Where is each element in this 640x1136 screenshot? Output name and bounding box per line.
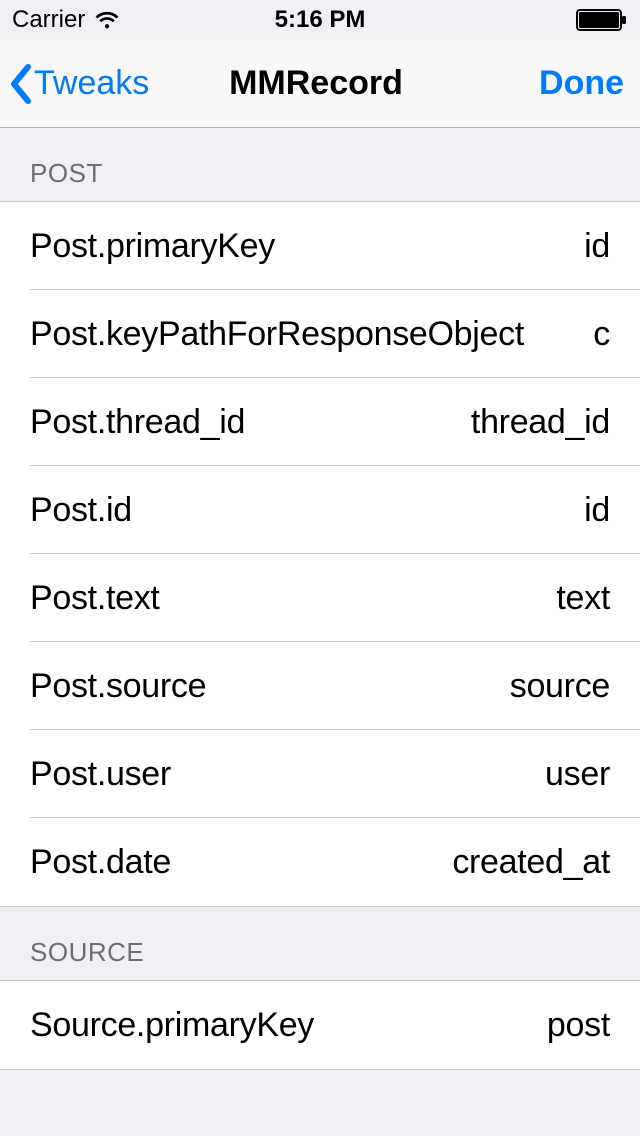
row-key: Post.primaryKey [30,227,584,266]
row-key: Post.text [30,579,556,618]
status-left: Carrier [12,6,217,34]
row-value: post [547,1006,610,1045]
row-key: Post.thread_id [30,403,471,442]
table-row[interactable]: Post.primaryKey id [0,202,640,290]
row-value: id [584,227,610,266]
row-value: source [510,667,610,706]
table-row[interactable]: Post.text text [0,554,640,642]
section-rows-source: Source.primaryKey post [0,980,640,1070]
chevron-left-icon [8,63,34,105]
row-value: created_at [452,843,610,882]
section-header-post: POST [0,128,640,201]
nav-bar: Tweaks MMRecord Done [0,40,640,128]
table-row[interactable]: Post.date created_at [0,818,640,906]
nav-title: MMRecord [229,64,403,103]
row-key: Source.primaryKey [30,1006,547,1045]
back-button[interactable]: Tweaks [8,63,229,105]
table-row[interactable]: Post.thread_id thread_id [0,378,640,466]
table-row[interactable]: Post.user user [0,730,640,818]
status-time: 5:16 PM [217,6,422,34]
table-row[interactable]: Post.source source [0,642,640,730]
row-value: id [584,491,610,530]
row-key: Post.id [30,491,584,530]
row-value: thread_id [471,403,610,442]
section-rows-post: Post.primaryKey id Post.keyPathForRespon… [0,201,640,907]
table-row[interactable]: Post.id id [0,466,640,554]
row-key: Post.date [30,843,452,882]
row-value: user [545,755,610,794]
carrier-label: Carrier [12,6,85,34]
table-row[interactable]: Post.keyPathForResponseObject c [0,290,640,378]
section-header-source: SOURCE [0,907,640,980]
wifi-icon [93,10,121,30]
battery-icon [576,9,628,31]
done-button[interactable]: Done [539,64,624,103]
row-value: c [593,315,610,354]
settings-table: POST Post.primaryKey id Post.keyPathForR… [0,128,640,1070]
row-key: Post.user [30,755,545,794]
status-bar: Carrier 5:16 PM [0,0,640,40]
row-value: text [556,579,610,618]
table-row[interactable]: Source.primaryKey post [0,981,640,1069]
back-label: Tweaks [34,64,149,103]
row-key: Post.keyPathForResponseObject [30,315,593,354]
status-right [423,9,628,31]
row-key: Post.source [30,667,510,706]
